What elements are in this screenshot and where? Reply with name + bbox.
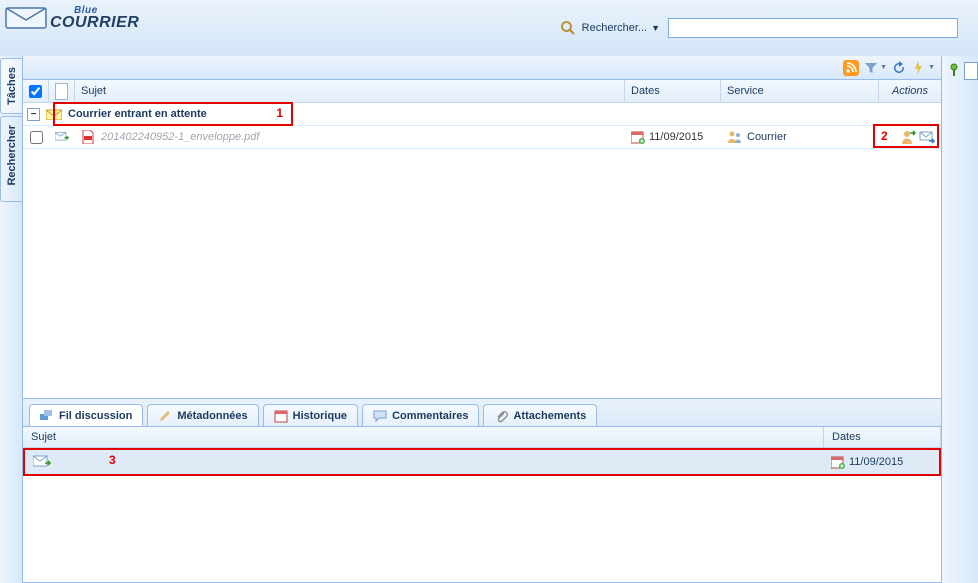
filter-icon[interactable] [863,60,879,76]
paperclip-icon [494,409,508,423]
group-row-incoming[interactable]: − Courrier entrant en attente [23,103,941,126]
search-input[interactable] [668,18,958,38]
tab-comments[interactable]: Commentaires [362,404,479,426]
page-icon [55,83,68,100]
logo-main-text: COURRIER [50,14,139,31]
calendar-add-icon [831,455,845,469]
header-subject[interactable]: Sujet [75,80,625,102]
discussion-header-dates[interactable]: Dates [824,427,941,447]
app-header: Blue COURRIER Rechercher... ▼ [0,0,978,57]
tab-attachments[interactable]: Attachements [483,404,597,426]
global-search: Rechercher... ▼ [560,18,958,38]
tab-metadata[interactable]: Métadonnées [147,404,258,426]
search-icon [560,20,576,36]
people-icon [727,130,743,144]
discussion-header-subject[interactable]: Sujet [23,427,824,447]
bottom-panel: Fil discussion Métadonnées Historique Co… [23,398,941,582]
calendar-icon [274,409,288,423]
row-checkbox[interactable] [30,131,43,144]
search-dropdown-icon[interactable]: ▼ [651,23,660,33]
header-dates[interactable]: Dates [625,80,721,102]
header-actions: Actions [879,80,941,102]
grid-header: Sujet Dates Service Actions [23,80,941,103]
grid-toolbar: ▼ ▼ [23,56,941,80]
comment-icon [373,409,387,423]
left-dock: Tâches Rechercher [0,56,23,583]
mail-incoming-icon [55,130,69,144]
vtab-search[interactable]: Rechercher [0,116,22,202]
discussion-header: Sujet Dates [23,427,941,448]
group-expander-icon[interactable]: − [27,108,40,121]
tab-discussion[interactable]: Fil discussion [29,404,143,426]
center-panel: ▼ ▼ Sujet Dates Service Actions − [22,56,942,583]
app-logo: Blue COURRIER [4,2,139,32]
tab-history[interactable]: Historique [263,404,358,426]
group-label: Courrier entrant en attente [68,108,207,120]
detail-tabs: Fil discussion Métadonnées Historique Co… [23,399,941,427]
action-send-icon[interactable] [919,129,935,145]
header-service[interactable]: Service [721,80,879,102]
search-label[interactable]: Rechercher... [582,22,647,34]
row-file-name[interactable]: 201402240952-1_enveloppe.pdf [101,131,259,143]
rss-icon[interactable] [843,60,859,76]
header-select-all[interactable] [23,80,49,102]
discussion-icon [40,409,54,423]
envelope-open-icon [46,108,62,120]
mail-incoming-icon [33,455,51,469]
grid-body: − Courrier entrant en attente [23,103,941,398]
discussion-row-date: 11/09/2015 [849,456,903,468]
action-assign-icon[interactable] [901,129,917,145]
pdf-icon [81,130,95,144]
pencil-icon [158,409,172,423]
bolt-dropdown-icon[interactable]: ▼ [928,64,935,71]
annotation-3: 3 [109,453,116,467]
table-row[interactable]: 201402240952-1_enveloppe.pdf 11/09/2015 … [23,126,941,149]
envelope-logo-icon [4,2,50,32]
refresh-icon[interactable] [891,60,907,76]
calendar-add-icon [631,130,645,144]
doc-icon[interactable] [964,62,978,80]
pin-icon[interactable] [946,62,962,78]
right-dock [941,56,978,583]
header-flag [49,80,75,102]
vtab-tasks[interactable]: Tâches [0,58,22,114]
row-service: Courrier [747,131,787,143]
bolt-icon[interactable] [911,60,927,76]
row-date: 11/09/2015 [649,131,703,143]
filter-dropdown-icon[interactable]: ▼ [880,64,887,71]
discussion-row[interactable]: 3 11/09/2015 [23,448,941,476]
